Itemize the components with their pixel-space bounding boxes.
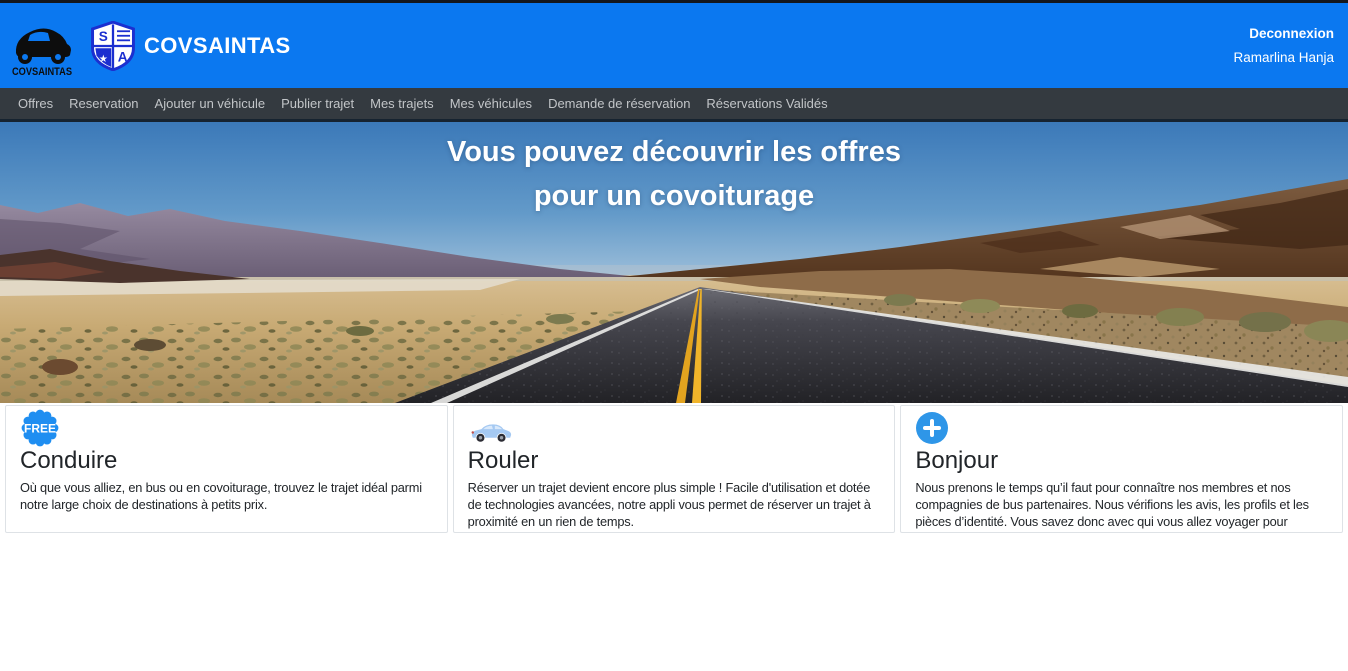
nav-item-reservations-valides[interactable]: Réservations Validés (698, 96, 835, 111)
brand-title[interactable]: COVSAINTAS (144, 33, 291, 59)
free-badge-icon: FREE (20, 408, 60, 448)
main-nav: Offres Reservation Ajouter un véhicule P… (0, 88, 1348, 119)
free-badge-text: FREE (24, 422, 56, 436)
nav-item-mes-trajets[interactable]: Mes trajets (362, 96, 442, 111)
feature-cards: FREE Conduire Où que vous alliez, en bus… (0, 403, 1348, 533)
nav-item-ajouter-vehicule[interactable]: Ajouter un véhicule (147, 96, 274, 111)
nav-item-publier-trajet[interactable]: Publier trajet (273, 96, 362, 111)
card-title: Rouler (468, 447, 881, 475)
shield-letter-a: A (118, 49, 128, 64)
car-logo-icon[interactable]: COVSAINTAS (10, 13, 74, 79)
shield-star-icon: ★ (99, 53, 108, 64)
card-title: Bonjour (915, 447, 1328, 475)
hero-title: Vous pouvez découvrir les offres pour un… (0, 130, 1348, 218)
card-text: Nous prenons le temps qu’il faut pour co… (915, 479, 1328, 533)
nav-item-reservation[interactable]: Reservation (61, 96, 146, 111)
hero-banner: Vous pouvez découvrir les offres pour un… (0, 119, 1348, 403)
car-icon (468, 419, 514, 445)
card-text: Réserver un trajet devient encore plus s… (468, 479, 881, 530)
card-conduire: FREE Conduire Où que vous alliez, en bus… (5, 405, 448, 533)
hero-title-line1: Vous pouvez découvrir les offres (0, 130, 1348, 174)
card-rouler: Rouler Réserver un trajet devient encore… (453, 405, 896, 533)
shield-letter-s: S (99, 28, 108, 43)
car-logo-text: COVSAINTAS (12, 66, 72, 78)
card-title: Conduire (20, 447, 433, 475)
card-text: Où que vous alliez, en bus ou en covoitu… (20, 479, 433, 513)
nav-item-demande-reservation[interactable]: Demande de réservation (540, 96, 698, 111)
nav-item-offres[interactable]: Offres (10, 96, 61, 111)
plus-icon (915, 411, 949, 445)
user-name-link[interactable]: Ramarlina Hanja (1233, 50, 1334, 65)
header: COVSAINTAS S ★ A COVSAINTAS Deconnexion … (0, 3, 1348, 88)
card-bonjour: Bonjour Nous prenons le temps qu’il faut… (900, 405, 1343, 533)
nav-item-mes-vehicules[interactable]: Mes véhicules (442, 96, 540, 111)
hero-title-line2: pour un covoiturage (0, 174, 1348, 218)
shield-logo-icon: S ★ A (90, 21, 136, 71)
user-box: Deconnexion Ramarlina Hanja (1233, 26, 1334, 65)
logout-link[interactable]: Deconnexion (1233, 26, 1334, 41)
